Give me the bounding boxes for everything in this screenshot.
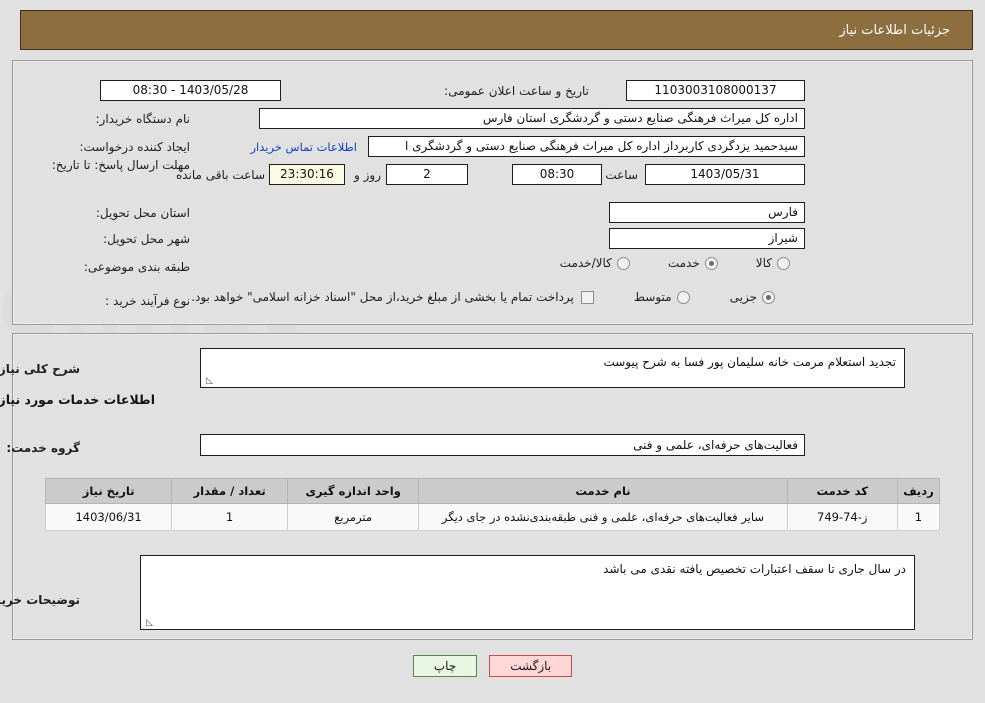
process-option-jozii-label: جزیی	[729, 290, 757, 304]
th-service-name: نام خدمت	[418, 478, 788, 504]
category-option-khedmat[interactable]: خدمت	[668, 256, 718, 270]
city-row: شهر محل تحویل:	[103, 228, 190, 250]
buyer-notes-textarea[interactable]: در سال جاری تا سقف اعتبارات تخصیص یافته …	[140, 555, 915, 630]
general-desc-textarea[interactable]: تجدید استعلام مرمت خانه سلیمان پور فسا ب…	[200, 348, 905, 388]
buyer-org-label: نام دستگاه خریدار:	[95, 112, 191, 126]
deadline-date-field[interactable]: 1403/05/31	[645, 164, 805, 185]
buyer-org-row: نام دستگاه خریدار:	[96, 108, 191, 130]
service-group-field[interactable]: فعالیت‌های حرفه‌ای، علمی و فنی	[200, 434, 805, 456]
radio-kala-khedmat[interactable]	[616, 256, 630, 270]
cell-quantity: 1	[171, 503, 288, 531]
countdown-label-row: ساعت باقی مانده	[176, 164, 265, 186]
province-row: استان محل تحویل:	[96, 202, 190, 224]
buyer-contact-link[interactable]: اطلاعات تماس خریدار	[250, 140, 357, 154]
general-desc-label: شرح کلی نیاز:	[0, 362, 80, 376]
province-label: استان محل تحویل:	[95, 206, 190, 220]
general-desc-row: شرح کلی نیاز:	[0, 358, 80, 380]
contact-link-row[interactable]: اطلاعات تماس خریدار	[250, 136, 357, 158]
process-option-motavaset[interactable]: متوسط	[634, 290, 690, 304]
th-row-no: ردیف	[896, 478, 941, 504]
service-group-label: گروه خدمت:	[6, 441, 80, 455]
checkbox-treasury-bond[interactable]	[580, 290, 594, 304]
back-button[interactable]: بازگشت	[489, 655, 573, 677]
buyer-org-field[interactable]: اداره کل میراث فرهنگی صنایع دستی و گردشگ…	[259, 108, 805, 129]
cell-service-name: سایر فعالیت‌های حرفه‌ای، علمی و فنی طبقه…	[418, 503, 788, 531]
category-label: طبقه بندی موضوعی:	[83, 260, 190, 274]
deadline-time-label: ساعت	[605, 168, 638, 182]
page-title: جزئیات اطلاعات نیاز	[839, 22, 950, 38]
category-option-kala[interactable]: کالا	[756, 256, 790, 270]
deadline-time-field[interactable]: 08:30	[512, 164, 602, 185]
process-label: نوع فرآیند خرید :	[105, 294, 190, 308]
general-desc-value: تجدید استعلام مرمت خانه سلیمان پور فسا ب…	[603, 355, 896, 369]
announce-date-label-row: تاریخ و ساعت اعلان عمومی:	[444, 80, 589, 102]
radio-motavaset[interactable]	[676, 290, 690, 304]
days-label-row: روز و	[354, 164, 381, 186]
th-service-code: کد خدمت	[786, 478, 898, 504]
process-option-jozii[interactable]: جزیی	[730, 290, 775, 304]
cell-row-no: 1	[896, 503, 941, 531]
city-label: شهر محل تحویل:	[103, 232, 190, 246]
service-group-row: گروه خدمت:	[6, 437, 80, 459]
cell-need-date: 1403/06/31	[44, 503, 173, 531]
treasury-bond-label: پرداخت تمام یا بخشی از مبلغ خرید،از محل …	[191, 290, 574, 304]
radio-khedmat[interactable]	[704, 256, 718, 270]
category-option-kala-khedmat[interactable]: کالا/خدمت	[560, 256, 630, 270]
category-row: طبقه بندی موضوعی:	[84, 256, 190, 278]
buyer-notes-row: توضیحات خریدار:	[0, 589, 80, 611]
radio-kala[interactable]	[777, 256, 790, 270]
table-row: 1 ز-74-749 سایر فعالیت‌های حرفه‌ای، علمی…	[44, 503, 941, 531]
time-label-row: ساعت	[605, 164, 638, 186]
creator-row: ایجاد کننده درخواست:	[79, 136, 190, 158]
process-row: نوع فرآیند خرید :	[105, 290, 190, 312]
process-option-motavaset-label: متوسط	[633, 290, 672, 304]
need-number-field[interactable]: 1103003108000137	[626, 80, 805, 101]
services-section-title: اطلاعات خدمات مورد نیاز	[0, 392, 155, 407]
th-quantity: تعداد / مقدار	[171, 478, 288, 504]
category-option-kala-label: کالا	[755, 256, 772, 270]
resize-grip-icon-notes[interactable]: ◺	[143, 618, 153, 628]
category-options: کالا خدمت کالا/خدمت	[560, 256, 790, 270]
countdown-label: ساعت باقی مانده	[175, 168, 265, 182]
remaining-days-label: روز و	[354, 168, 381, 182]
deadline-label: مهلت ارسال پاسخ: تا تاریخ:	[51, 158, 190, 172]
buyer-notes-value: در سال جاری تا سقف اعتبارات تخصیص یافته …	[603, 562, 906, 576]
category-option-kala-khedmat-label: کالا/خدمت	[559, 256, 612, 270]
treasury-bond-option[interactable]: پرداخت تمام یا بخشی از مبلغ خرید،از محل …	[191, 290, 594, 304]
creator-label: ایجاد کننده درخواست:	[79, 140, 190, 154]
cell-service-code: ز-74-749	[786, 503, 898, 531]
countdown-field: 23:30:16	[269, 164, 345, 185]
resize-grip-icon[interactable]: ◺	[203, 376, 213, 386]
province-field[interactable]: فارس	[609, 202, 805, 223]
radio-jozii[interactable]	[762, 290, 775, 304]
process-options: جزیی متوسط پرداخت تمام یا بخشی از مبلغ خ…	[191, 290, 775, 304]
print-button[interactable]: چاپ	[412, 655, 478, 677]
page-root: AriaTender.net جزئیات اطلاعات نیاز شماره…	[0, 0, 985, 703]
announce-date-label: تاریخ و ساعت اعلان عمومی:	[444, 84, 589, 98]
th-need-date: تاریخ نیاز	[44, 478, 173, 504]
table-header-row: ردیف کد خدمت نام خدمت واحد اندازه گیری ت…	[44, 478, 941, 504]
action-button-bar: بازگشت چاپ	[0, 655, 985, 677]
announce-date-field[interactable]: 1403/05/28 - 08:30	[100, 80, 281, 101]
city-field[interactable]: شیراز	[609, 228, 805, 249]
cell-unit: مترمربع	[286, 503, 420, 531]
window-title-bar: جزئیات اطلاعات نیاز	[20, 10, 973, 50]
services-table: ردیف کد خدمت نام خدمت واحد اندازه گیری ت…	[44, 478, 941, 531]
th-unit: واحد اندازه گیری	[286, 478, 420, 504]
creator-field[interactable]: سیدحمید یزدگردی کاربرداز اداره کل میراث …	[368, 136, 805, 157]
buyer-notes-label: توضیحات خریدار:	[0, 593, 80, 607]
remaining-days-field[interactable]: 2	[386, 164, 468, 185]
category-option-khedmat-label: خدمت	[667, 256, 700, 270]
